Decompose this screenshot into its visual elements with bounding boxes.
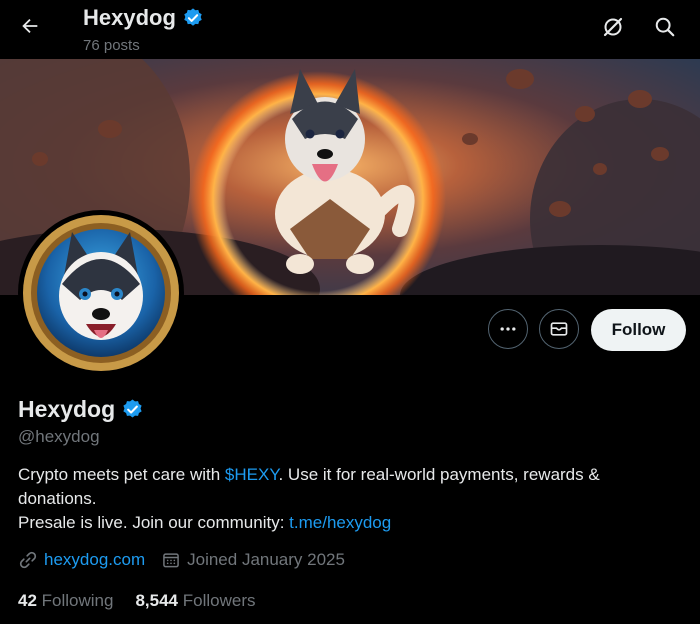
link-icon xyxy=(19,551,37,569)
followers-link[interactable]: 8,544 Followers xyxy=(135,591,255,611)
follow-button[interactable]: Follow xyxy=(591,309,686,351)
profile-meta: hexydog.com Joined January 2025 xyxy=(18,550,361,570)
bio-text-1: Crypto meets pet care with xyxy=(18,465,225,484)
top-bar: Hexydog 76 posts xyxy=(0,0,700,59)
profile-avatar[interactable] xyxy=(18,210,184,376)
search-icon xyxy=(655,17,675,37)
grok-icon xyxy=(603,17,623,37)
avatar-image xyxy=(23,215,179,371)
followers-label: Followers xyxy=(182,591,256,610)
more-icon xyxy=(500,327,516,331)
profile-name-row: Hexydog xyxy=(18,396,144,423)
joined-date: Joined January 2025 xyxy=(187,550,345,569)
bio-telegram-link[interactable]: t.me/hexydog xyxy=(289,513,391,532)
post-count: 76 posts xyxy=(83,37,140,54)
website-item: hexydog.com xyxy=(18,550,145,570)
search-button[interactable] xyxy=(650,12,680,42)
profile-stats: 42 Following 8,544 Followers xyxy=(18,591,256,611)
bio-text-3: Presale is live. Join our community: xyxy=(18,513,290,532)
verified-badge-icon xyxy=(184,8,202,26)
following-count: 42 xyxy=(18,591,37,610)
profile-bio: Crypto meets pet care with $HEXY. Use it… xyxy=(18,463,678,535)
joined-item: Joined January 2025 xyxy=(161,550,345,570)
profile-name: Hexydog xyxy=(18,396,116,422)
profile-handle: @hexydog xyxy=(18,427,100,446)
more-button[interactable] xyxy=(488,309,528,349)
back-button[interactable] xyxy=(13,9,47,43)
bio-ticker-link[interactable]: $HEXY xyxy=(225,465,279,484)
back-arrow-icon xyxy=(22,18,38,34)
followers-count: 8,544 xyxy=(135,591,179,610)
header-title: Hexydog xyxy=(83,5,204,31)
message-button[interactable] xyxy=(539,309,579,349)
header-name: Hexydog xyxy=(83,5,176,30)
website-link[interactable]: hexydog.com xyxy=(44,550,145,570)
calendar-icon xyxy=(163,553,179,568)
following-link[interactable]: 42 Following xyxy=(18,591,113,611)
message-icon xyxy=(550,322,568,336)
grok-button[interactable] xyxy=(598,12,628,42)
verified-badge-icon xyxy=(123,399,142,418)
following-label: Following xyxy=(41,591,114,610)
